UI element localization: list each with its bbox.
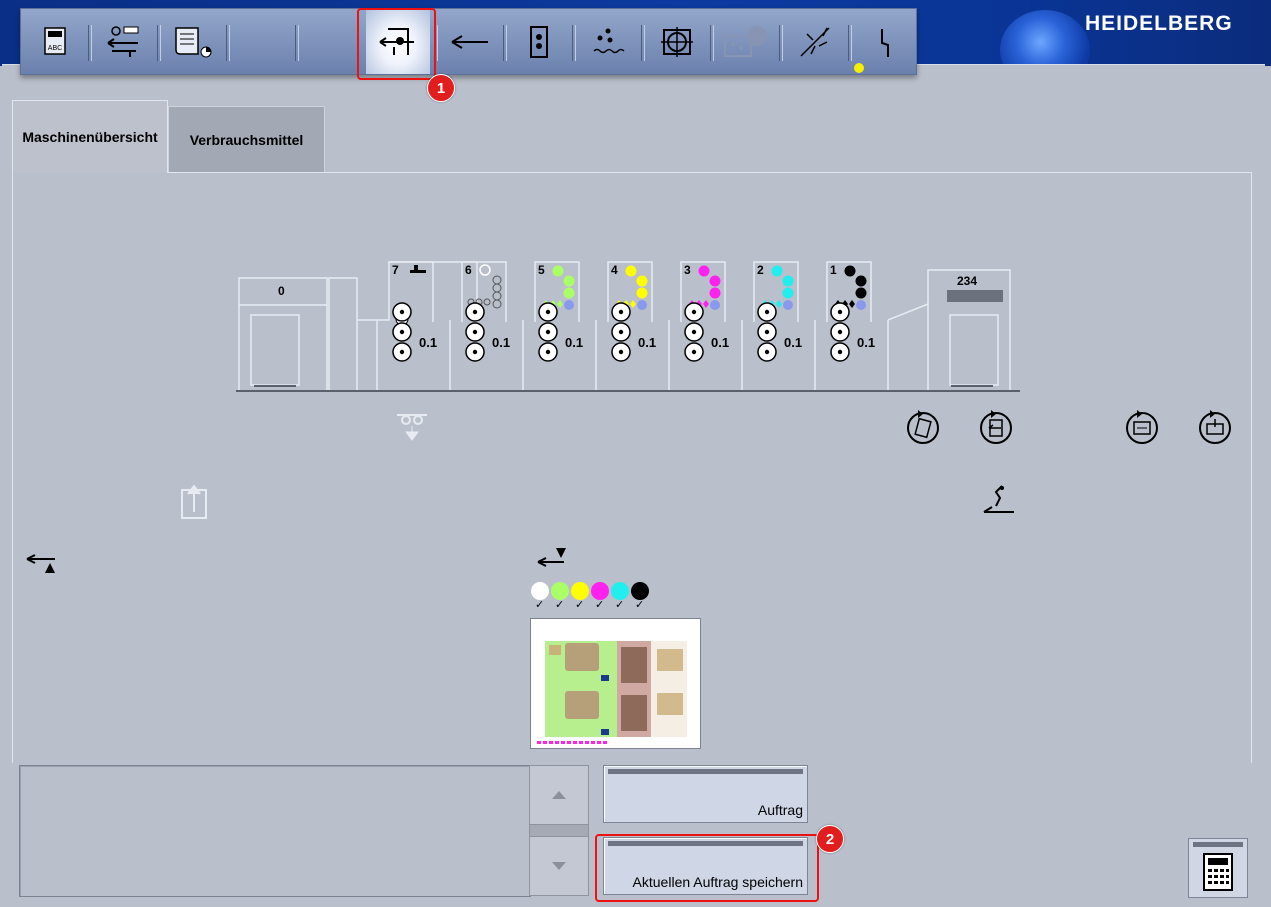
scroll-up-button[interactable] (529, 765, 589, 825)
chevron-up-icon (552, 791, 566, 799)
power-button[interactable] (850, 9, 917, 74)
annotation-badge-1: 1 (427, 74, 455, 102)
printing-unit-1[interactable] (822, 262, 872, 367)
scroll-down-button[interactable] (529, 836, 589, 896)
dampening-icon (592, 28, 625, 53)
printing-unit-2[interactable] (749, 262, 799, 367)
feeder-label: 0 (278, 284, 285, 298)
pile-lift-icon[interactable] (180, 482, 208, 520)
printing-unit-3[interactable] (676, 262, 726, 367)
power-icon (880, 28, 889, 57)
delivery-label: 234 (957, 274, 978, 288)
rotate-blanket-icon[interactable] (977, 407, 1015, 447)
printing-unit-5[interactable] (530, 262, 580, 367)
job-transfer-button[interactable] (90, 9, 157, 74)
color-measure-icon (723, 25, 767, 57)
empty-toolbar-slot-1[interactable] (228, 9, 295, 74)
tab-maschinenuebersicht[interactable]: Maschinenübersicht (12, 100, 168, 173)
paper-feed-down-icon[interactable] (395, 412, 431, 442)
sheet-preview-image (530, 618, 701, 749)
dampening-button[interactable] (574, 9, 641, 74)
order-button[interactable]: Auftrag (603, 765, 808, 823)
sheet-travel-icon (450, 34, 488, 49)
main-toolbar: ABC (20, 8, 917, 75)
feeder-side-arrow-icon[interactable] (25, 553, 59, 575)
ink-check: ✓ (575, 598, 585, 611)
job-list-button[interactable] (159, 9, 226, 74)
ink-check: ✓ (635, 598, 645, 611)
job-transfer-icon (106, 25, 138, 57)
job-abc-button[interactable]: ABC (21, 9, 88, 74)
color-measure-button[interactable] (712, 9, 779, 74)
printing-unit-button[interactable] (505, 9, 572, 74)
delivery-operator-icon[interactable] (982, 482, 1016, 518)
tab-verbrauchsmittel[interactable]: Verbrauchsmittel (168, 106, 325, 173)
ink-check: ✓ (615, 598, 625, 611)
register-target-button[interactable] (643, 9, 710, 74)
annotation-highlight-1 (357, 8, 436, 80)
sheet-travel-button[interactable] (436, 9, 503, 74)
ink-check: ✓ (535, 598, 545, 611)
chevron-down-icon (552, 862, 566, 870)
status-indicator-dot (854, 63, 864, 73)
calculator-button[interactable] (1188, 838, 1248, 898)
printing-unit-icon (529, 25, 548, 58)
printing-unit-4[interactable] (603, 262, 653, 367)
order-button-label: Auftrag (757, 802, 803, 818)
register-target-icon (660, 26, 693, 57)
wash-spray-icon (799, 26, 830, 57)
message-list[interactable] (19, 765, 531, 897)
rotate-delivery-icon[interactable] (1196, 407, 1234, 447)
calculator-icon (1203, 853, 1233, 891)
svg-text:ABC: ABC (47, 45, 61, 52)
ink-check: ✓ (595, 598, 605, 611)
printing-unit-7[interactable] (384, 262, 434, 367)
rotate-plate-icon[interactable] (904, 407, 942, 447)
wash-spray-button[interactable] (781, 9, 848, 74)
brand-logo: HEIDELBERG (1085, 12, 1233, 35)
annotation-badge-2: 2 (816, 825, 844, 853)
printing-unit-6[interactable] (457, 262, 507, 367)
rotate-wash-icon[interactable] (1123, 407, 1161, 447)
annotation-highlight-2 (595, 834, 819, 902)
job-abc-icon: ABC (43, 26, 66, 55)
job-list-icon (174, 26, 211, 57)
ink-sequence-arrow-icon[interactable] (536, 546, 570, 568)
ink-check: ✓ (555, 598, 565, 611)
